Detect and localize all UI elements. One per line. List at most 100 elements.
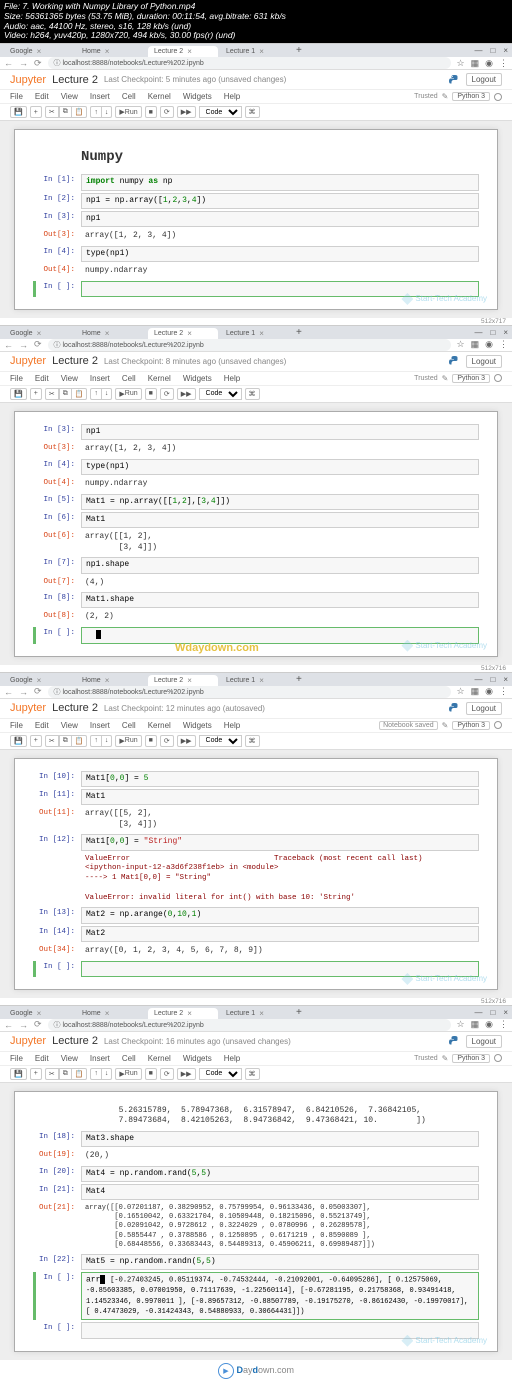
url-input[interactable]: ⓘ localhost:8888/notebooks/Lecture%202.i… — [48, 57, 451, 69]
trusted-label: Trusted — [414, 93, 437, 100]
notebook-menu: File Edit View Insert Cell Kernel Widget… — [0, 90, 512, 104]
code-cell[interactable]: type(np1) — [81, 459, 479, 475]
close-icon[interactable]: × — [105, 47, 110, 56]
code-cell[interactable]: Mat2 — [81, 926, 479, 942]
screenshot-pane-2: Google× Home× Lecture 2× Lecture 1× + —□… — [0, 325, 512, 672]
notebook-title[interactable]: Lecture 2 — [52, 74, 98, 86]
minimize-icon[interactable]: — — [474, 46, 482, 55]
out-prompt: Out[3]: — [33, 229, 81, 243]
notebook-header: Jupyter Lecture 2 Last Checkpoint: 5 min… — [0, 70, 512, 90]
copy-button[interactable]: ⧉ — [59, 106, 72, 118]
maximize-icon[interactable]: □ — [490, 46, 495, 55]
code-cell[interactable]: Mat1[0,0] = 5 — [81, 771, 479, 787]
notebook-toolbar: 💾 + ✂⧉📋 ↑↓ ▶ Run ■ ⟳ ▶▶ Code ⌘ — [0, 104, 512, 121]
watermark: Start-Tech Academy — [401, 293, 487, 305]
code-cell[interactable]: np1 — [81, 424, 479, 440]
url-bar: ← → ⟳ ⓘ localhost:8888/notebooks/Lecture… — [0, 57, 512, 70]
add-cell-button[interactable]: + — [30, 106, 42, 118]
star-icon[interactable]: ☆ — [457, 58, 465, 69]
move-up-button[interactable]: ↑ — [90, 106, 102, 118]
out-prompt: Out[4]: — [33, 264, 81, 278]
code-cell[interactable]: type(np1) — [81, 246, 479, 262]
move-down-button[interactable]: ↓ — [102, 106, 113, 118]
profile-icon[interactable]: ◉ — [485, 58, 493, 69]
screenshot-pane-3: Google×Home×Lecture 2×Lecture 1×+—□× ←→⟳… — [0, 672, 512, 1005]
paste-button[interactable]: 📋 — [72, 106, 88, 118]
menu-help[interactable]: Help — [224, 92, 240, 101]
in-prompt: In [3]: — [33, 211, 81, 227]
save-button[interactable]: 💾 — [10, 106, 27, 118]
in-prompt: In [1]: — [33, 174, 81, 190]
add-tab-icon[interactable]: + — [292, 327, 306, 338]
menu-view[interactable]: View — [61, 92, 78, 101]
tab-google[interactable]: Google× — [4, 46, 74, 57]
cell-type-select[interactable]: Code — [199, 106, 242, 118]
code-cell[interactable]: np1 = np.array([1,2,3,4]) — [81, 193, 479, 209]
menu-cell[interactable]: Cell — [122, 92, 136, 101]
code-cell[interactable]: import numpy as np — [81, 174, 479, 190]
tab-lecture1[interactable]: Lecture 1× — [220, 328, 290, 339]
close-icon[interactable]: × — [187, 47, 192, 56]
code-cell[interactable]: Mat1 = np.array([[1,2],[3,4]]) — [81, 494, 479, 510]
forward-icon[interactable]: → — [19, 58, 28, 68]
menu-kernel[interactable]: Kernel — [148, 92, 171, 101]
run-button[interactable]: ▶ Run — [115, 106, 141, 118]
run-button[interactable]: ▶ Run — [115, 388, 141, 400]
menu-insert[interactable]: Insert — [90, 92, 110, 101]
jupyter-logo[interactable]: Jupyter — [10, 74, 46, 86]
cell-output: array([1, 2, 3, 4]) — [81, 229, 479, 243]
add-tab-icon[interactable]: + — [292, 45, 306, 56]
close-icon[interactable]: × — [37, 47, 42, 56]
tab-lecture1[interactable]: Lecture 1× — [220, 46, 290, 57]
video-metadata: File: 7. Working with Numpy Library of P… — [0, 0, 512, 43]
code-cell-active[interactable]: arr [-0.27403245, 0.05119374, -0.7453244… — [81, 1272, 479, 1320]
kernel-status-icon — [494, 93, 502, 101]
command-palette-button[interactable]: ⌘ — [245, 106, 260, 118]
checkpoint-text: Last Checkpoint: 5 minutes ago (unsaved … — [104, 75, 286, 84]
code-cell[interactable]: Mat1[0,0] = "String" — [81, 834, 479, 850]
logout-button[interactable]: Logout — [466, 355, 502, 368]
error-output: ValueError Traceback (most recent call l… — [81, 853, 479, 906]
screenshot-pane-1: Google× Home× Lecture 2× Lecture 1× + —□… — [0, 43, 512, 325]
extension-icon[interactable]: ▦ — [471, 58, 480, 69]
menu-widgets[interactable]: Widgets — [183, 92, 212, 101]
kernel-name[interactable]: Python 3 — [452, 92, 490, 101]
window-close-icon[interactable]: × — [503, 46, 508, 55]
code-cell[interactable]: Mat4 — [81, 1184, 479, 1200]
menu-icon[interactable]: ⋮ — [499, 58, 508, 69]
cursor-icon — [96, 630, 101, 639]
menu-edit[interactable]: Edit — [35, 92, 49, 101]
reload-icon[interactable]: ⟳ — [34, 58, 42, 69]
info-icon: ⓘ — [54, 60, 61, 67]
browser-tabstrip: Google× Home× Lecture 2× Lecture 1× + — □… — [0, 44, 512, 57]
code-cell[interactable]: Mat1 — [81, 512, 479, 528]
pencil-icon[interactable]: ✎ — [442, 92, 449, 101]
code-cell[interactable]: Mat5 = np.random.randn(5,5) — [81, 1254, 479, 1270]
tab-home[interactable]: Home× — [76, 46, 146, 57]
back-icon[interactable]: ← — [4, 58, 13, 68]
code-cell[interactable]: np1.shape — [81, 557, 479, 573]
close-icon[interactable]: × — [259, 47, 264, 56]
restart-button[interactable]: ⟳ — [160, 106, 174, 118]
tab-home[interactable]: Home× — [76, 328, 146, 339]
cell-output: numpy.ndarray — [81, 264, 479, 278]
tab-google[interactable]: Google× — [4, 328, 74, 339]
in-prompt: In [4]: — [33, 246, 81, 262]
cut-button[interactable]: ✂ — [45, 106, 59, 118]
menu-file[interactable]: File — [10, 92, 23, 101]
tab-lecture2-active[interactable]: Lecture 2× — [148, 328, 218, 339]
logout-button[interactable]: Logout — [466, 73, 502, 86]
code-cell[interactable]: np1 — [81, 211, 479, 227]
code-cell[interactable]: Mat1.shape — [81, 592, 479, 608]
code-cell[interactable]: Mat3.shape — [81, 1131, 479, 1147]
code-cell[interactable]: Mat1 — [81, 789, 479, 805]
footer-brand: ▶ Daydown.com — [0, 1360, 512, 1380]
restart-run-button[interactable]: ▶▶ — [177, 106, 196, 118]
code-cell[interactable]: Mat4 = np.random.rand(5,5) — [81, 1166, 479, 1182]
code-cell[interactable]: Mat2 = np.arange(0,10,1) — [81, 907, 479, 923]
notebook-container: Numpy In [1]:import numpy as np In [2]:n… — [14, 129, 498, 310]
url-input[interactable]: ⓘ localhost:8888/notebooks/Lecture%202.i… — [48, 339, 451, 351]
stop-button[interactable]: ■ — [145, 106, 157, 118]
tab-lecture2-active[interactable]: Lecture 2× — [148, 46, 218, 57]
video-codec: Video: h264, yuv420p, 1280x720, 494 kb/s… — [4, 31, 508, 41]
